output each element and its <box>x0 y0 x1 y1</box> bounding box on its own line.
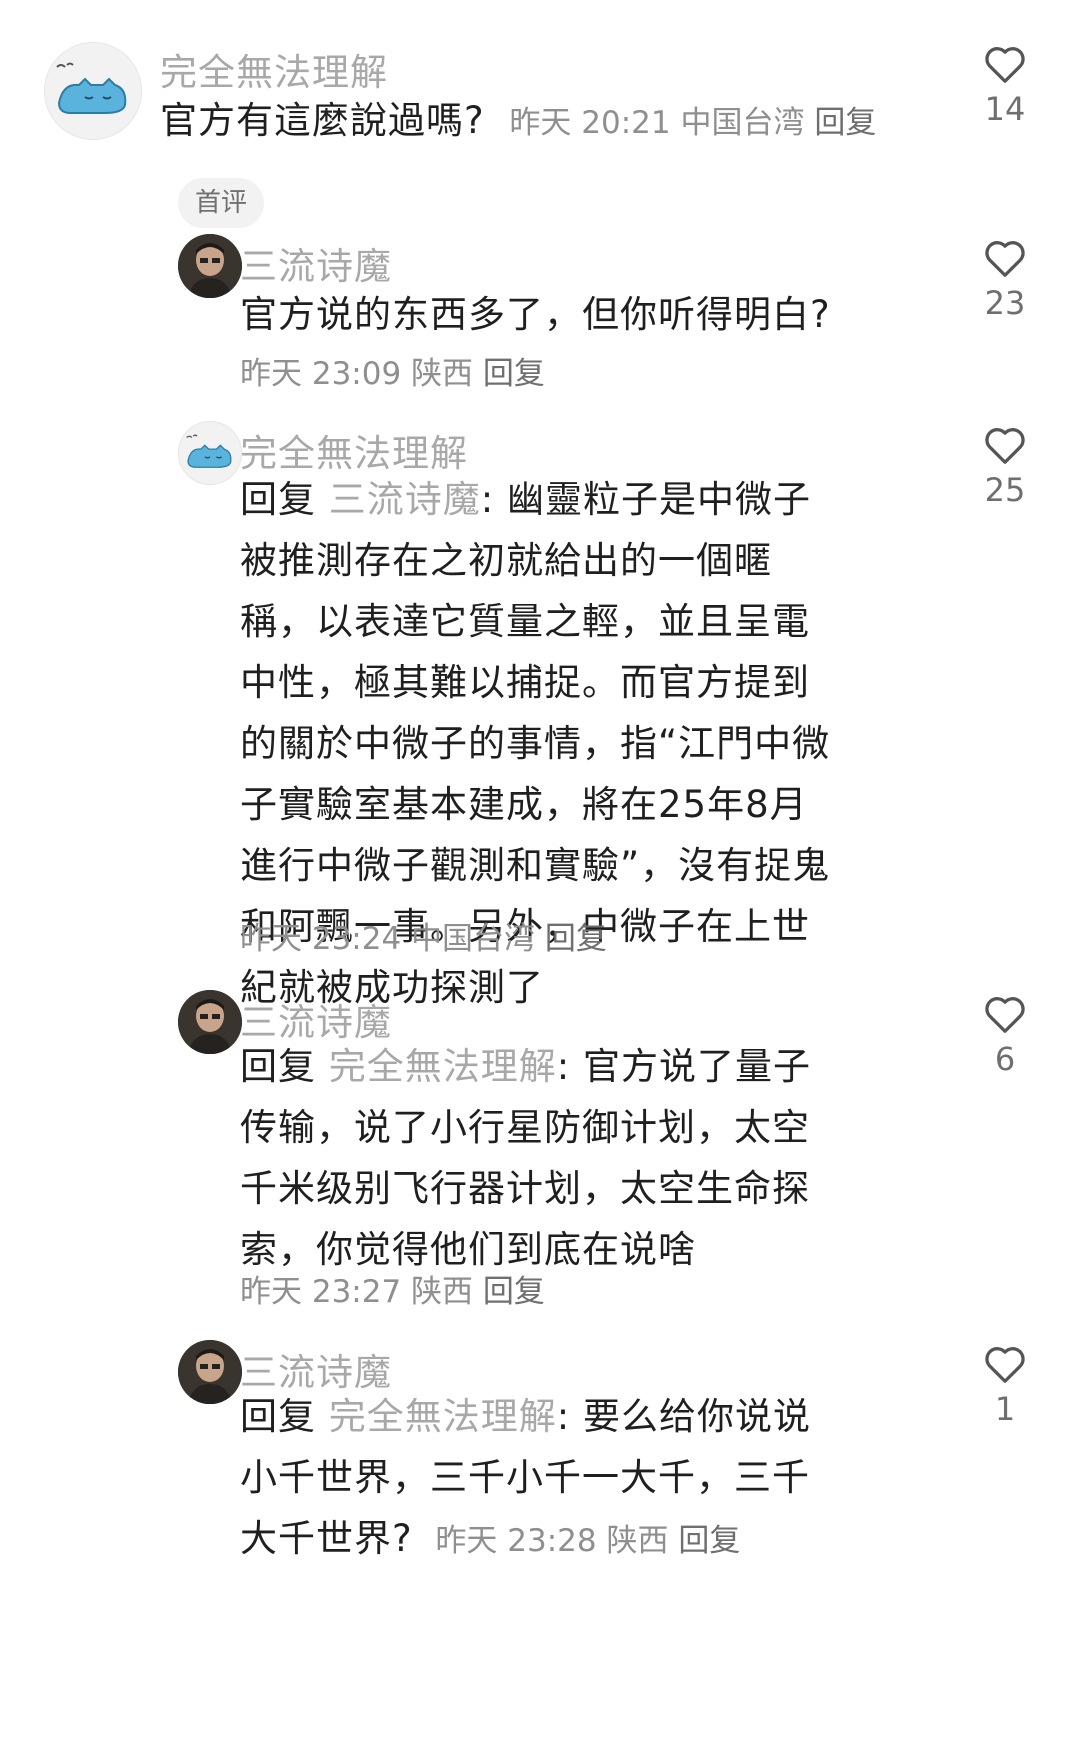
comment-meta: 昨天 23:27 陕西 回复 <box>240 1266 545 1311</box>
like-count: 1 <box>994 1390 1016 1428</box>
comment-text: 官方有這麼說過嗎? <box>160 99 485 142</box>
reply-button[interactable]: 回复 <box>814 105 876 141</box>
comment-author[interactable]: 三流诗魔 <box>240 236 392 290</box>
comment-meta: 昨天 23:24 中国台湾 回复 <box>240 913 607 958</box>
heart-outline-icon <box>985 1347 1025 1383</box>
avatar[interactable] <box>178 234 242 298</box>
avatar[interactable] <box>178 990 242 1054</box>
comment-location: 中国台湾 <box>411 921 536 957</box>
reply-prefix: 回复 <box>240 478 316 521</box>
comment-text-block: 回复 完全無法理解: 官方说了量子传输，说了小行星防御计划，太空千米级别飞行器计… <box>240 1036 825 1280</box>
person-avatar-image <box>178 1340 242 1404</box>
comment-location: 陕西 <box>606 1523 669 1559</box>
comment-author[interactable]: 完全無法理解 <box>160 42 388 96</box>
reply-button[interactable]: 回复 <box>483 1274 545 1310</box>
avatar[interactable] <box>178 421 242 485</box>
like-button[interactable]: 25 <box>975 425 1035 509</box>
comment-meta: 昨天 20:21 中国台湾 回复 <box>509 105 876 141</box>
reply-prefix: 回复 <box>240 1045 316 1088</box>
comment-text: 官方说的东西多了，但你听得明白? <box>240 293 831 336</box>
comment-meta: 昨天 23:09 陕西 回复 <box>240 348 545 393</box>
like-button[interactable]: 23 <box>975 238 1035 322</box>
comment-time: 昨天 23:09 <box>240 356 402 392</box>
comment-location: 陕西 <box>411 1274 474 1310</box>
reply-to-user[interactable]: 完全無法理解 <box>329 1395 557 1438</box>
like-count: 14 <box>984 90 1026 128</box>
like-button[interactable]: 14 <box>975 44 1035 128</box>
comment-item: 三流诗魔 回复 完全無法理解: 要么给你说说小千世界，三千小千一大千，三千大千世… <box>0 1340 1080 1560</box>
comment-text-block: 回复 完全無法理解: 要么给你说说小千世界，三千小千一大千，三千大千世界? 昨天… <box>240 1386 830 1572</box>
comment-item: 完全無法理解 回复 三流诗魔: 幽靈粒子是中微子被推測存在之初就給出的一個暱稱，… <box>0 421 1080 1009</box>
comment-item: 三流诗魔 回复 完全無法理解: 官方说了量子传输，说了小行星防御计划，太空千米级… <box>0 990 1080 1310</box>
cat-avatar-image <box>56 62 127 114</box>
like-button[interactable]: 1 <box>975 1344 1035 1428</box>
heart-outline-icon <box>985 241 1025 277</box>
comment-time: 昨天 23:27 <box>240 1274 402 1310</box>
person-avatar-image <box>178 234 242 298</box>
comment-time: 昨天 20:21 <box>509 105 671 141</box>
comment-location: 中国台湾 <box>680 105 805 141</box>
comment-text-row: 官方有這麼說過嗎? 昨天 20:21 中国台湾 回复 <box>160 90 876 154</box>
comment-time: 昨天 23:24 <box>240 921 402 957</box>
comment-location: 陕西 <box>411 356 474 392</box>
like-count: 25 <box>984 471 1026 509</box>
comment-item: 完全無法理解 官方有這麼說過嗎? 昨天 20:21 中国台湾 回复 14 <box>0 42 1080 242</box>
reply-button[interactable]: 回复 <box>678 1523 740 1559</box>
heart-outline-icon <box>985 997 1025 1033</box>
avatar[interactable] <box>178 1340 242 1404</box>
reply-to-user[interactable]: 完全無法理解 <box>329 1045 557 1088</box>
comment-time: 昨天 23:28 <box>435 1523 597 1559</box>
like-count: 6 <box>994 1040 1016 1078</box>
cat-avatar-image <box>186 434 232 468</box>
person-avatar-image <box>178 990 242 1054</box>
like-count: 23 <box>984 284 1026 322</box>
avatar[interactable] <box>44 42 142 140</box>
reply-button[interactable]: 回复 <box>483 356 545 392</box>
reply-to-user[interactable]: 三流诗魔 <box>329 478 481 521</box>
reply-prefix: 回复 <box>240 1395 316 1438</box>
comment-item: 三流诗魔 官方说的东西多了，但你听得明白? 昨天 23:09 陕西 回复 23 <box>0 234 1080 394</box>
first-comment-badge: 首评 <box>178 178 265 228</box>
comment-meta: 昨天 23:28 陕西 回复 <box>435 1523 740 1559</box>
reply-button[interactable]: 回复 <box>545 921 607 957</box>
like-button[interactable]: 6 <box>975 994 1035 1078</box>
heart-outline-icon <box>985 47 1025 83</box>
heart-outline-icon <box>985 428 1025 464</box>
